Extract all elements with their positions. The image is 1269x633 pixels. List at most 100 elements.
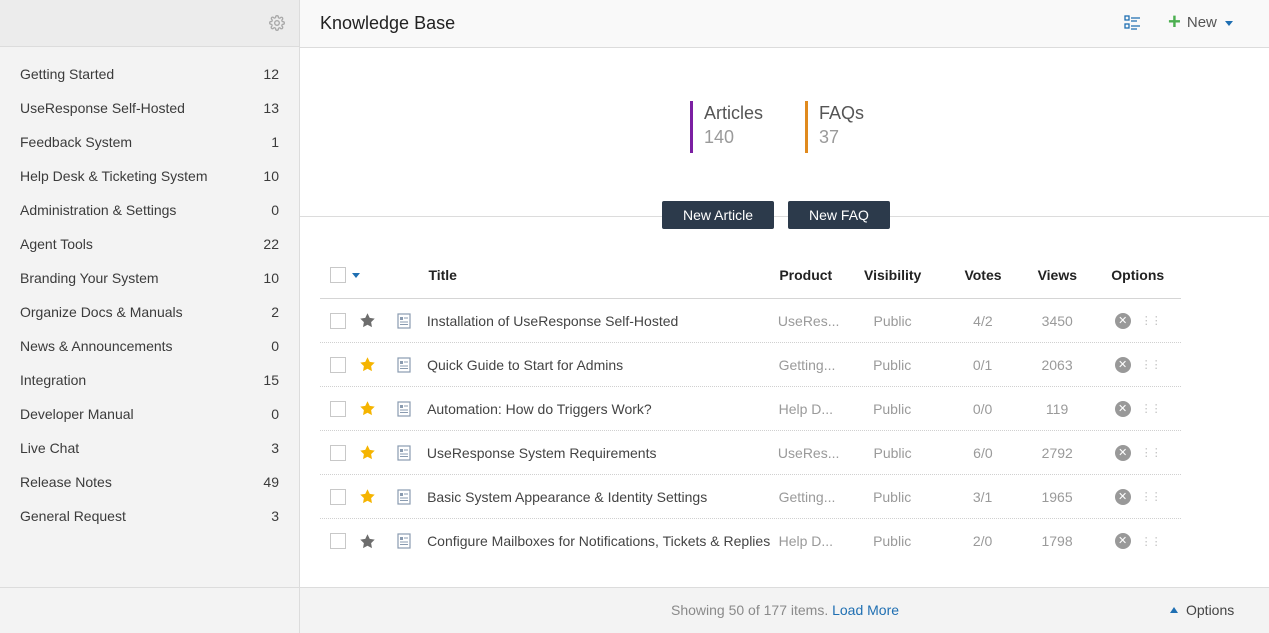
article-views: 3450	[1041, 312, 1073, 329]
sidebar-category-item[interactable]: Help Desk & Ticketing System 10	[0, 159, 299, 193]
table-row[interactable]: Installation of UseResponse Self-Hosted U…	[320, 299, 1181, 343]
article-votes: 0/0	[972, 400, 993, 417]
select-all-checkbox[interactable]	[330, 267, 346, 283]
load-more-link[interactable]: Load More	[832, 602, 899, 618]
article-visibility: Public	[873, 400, 912, 417]
article-title-link[interactable]: Automation: How do Triggers Work?	[427, 401, 652, 417]
table-row[interactable]: Automation: How do Triggers Work? Help D.…	[320, 387, 1181, 431]
star-icon[interactable]	[359, 444, 376, 461]
star-icon[interactable]	[359, 312, 376, 329]
article-title-link[interactable]: Configure Mailboxes for Notifications, T…	[427, 533, 770, 549]
column-views[interactable]: Views	[1020, 267, 1094, 283]
stat-faqs[interactable]: FAQs 37	[805, 101, 864, 153]
chevron-down-icon[interactable]	[352, 272, 360, 278]
drag-handle-icon[interactable]: ⋮⋮	[1141, 535, 1162, 548]
row-checkbox[interactable]	[330, 400, 346, 417]
category-label: Help Desk & Ticketing System	[20, 168, 208, 184]
faqs-label: FAQs	[819, 103, 865, 123]
stat-articles[interactable]: Articles 140	[690, 101, 763, 153]
category-label: Developer Manual	[20, 406, 134, 422]
category-count: 3	[271, 508, 279, 524]
drag-handle-icon[interactable]: ⋮⋮	[1141, 358, 1162, 371]
sidebar-category-item[interactable]: News & Announcements 0	[0, 329, 299, 363]
pagination-status: Showing 50 of 177 items. Load More	[671, 602, 899, 618]
column-votes[interactable]: Votes	[946, 267, 1020, 283]
table-row[interactable]: UseResponse System Requirements UseRes...…	[320, 431, 1181, 475]
article-title-link[interactable]: Installation of UseResponse Self-Hosted	[427, 313, 678, 329]
sidebar-category-item[interactable]: Live Chat 3	[0, 431, 299, 465]
sidebar-category-item[interactable]: Developer Manual 0	[0, 397, 299, 431]
column-title[interactable]: Title	[428, 267, 779, 283]
delete-icon[interactable]: ✕	[1114, 488, 1131, 505]
drag-handle-icon[interactable]: ⋮⋮	[1141, 402, 1162, 415]
article-title-link[interactable]: Quick Guide to Start for Admins	[427, 357, 623, 373]
delete-icon[interactable]: ✕	[1114, 356, 1131, 373]
category-label: Integration	[20, 372, 87, 388]
category-count: 13	[263, 100, 279, 116]
sidebar-category-item[interactable]: Branding Your System 10	[0, 261, 299, 295]
article-product: UseRes...	[777, 444, 840, 461]
category-label: General Request	[20, 508, 126, 524]
article-votes: 6/0	[973, 444, 993, 461]
sidebar-category-item[interactable]: Integration 15	[0, 363, 299, 397]
sidebar-category-item[interactable]: Release Notes 49	[0, 465, 299, 499]
row-checkbox[interactable]	[330, 533, 346, 549]
column-product[interactable]: Product	[779, 267, 839, 283]
document-icon	[397, 533, 411, 549]
column-options: Options	[1111, 267, 1165, 283]
article-product: Help D...	[778, 533, 834, 549]
category-label: Organize Docs & Manuals	[20, 304, 183, 320]
article-visibility: Public	[873, 356, 912, 373]
star-icon[interactable]	[359, 400, 376, 417]
options-toggle[interactable]: Options	[1170, 602, 1234, 618]
row-checkbox[interactable]	[330, 312, 346, 329]
delete-icon[interactable]: ✕	[1114, 312, 1131, 329]
star-icon[interactable]	[359, 533, 376, 550]
star-icon[interactable]	[359, 488, 376, 505]
table-row[interactable]: Quick Guide to Start for Admins Getting..…	[320, 343, 1181, 387]
new-button-label: New	[1186, 13, 1217, 31]
delete-icon[interactable]: ✕	[1114, 533, 1131, 549]
sidebar-category-item[interactable]: Organize Docs & Manuals 2	[0, 295, 299, 329]
category-label: Branding Your System	[20, 270, 159, 286]
sidebar-category-item[interactable]: Administration & Settings 0	[0, 193, 299, 227]
sidebar-category-item[interactable]: General Request 3	[0, 499, 299, 533]
document-icon	[397, 312, 411, 329]
drag-handle-icon[interactable]: ⋮⋮	[1141, 490, 1162, 503]
gear-icon[interactable]	[269, 15, 285, 31]
article-visibility: Public	[873, 444, 912, 461]
column-visibility[interactable]: Visibility	[840, 267, 946, 283]
sidebar-category-item[interactable]: Agent Tools 22	[0, 227, 299, 261]
articles-accent-bar	[690, 101, 693, 153]
new-faq-button[interactable]: New FAQ	[788, 201, 890, 229]
select-all-control[interactable]	[330, 267, 360, 283]
delete-icon[interactable]: ✕	[1114, 400, 1131, 417]
sidebar-category-item[interactable]: Feedback System 1	[0, 125, 299, 159]
plus-icon: +	[1168, 9, 1181, 34]
star-icon[interactable]	[359, 356, 376, 373]
table-row[interactable]: Configure Mailboxes for Notifications, T…	[320, 519, 1181, 563]
article-views: 1965	[1041, 488, 1073, 505]
category-count: 10	[263, 168, 279, 184]
document-icon	[397, 444, 411, 461]
category-count: 1	[271, 134, 279, 150]
article-title-link[interactable]: UseResponse System Requirements	[427, 445, 657, 461]
new-button[interactable]: + New	[1168, 9, 1233, 34]
document-icon	[397, 400, 411, 417]
row-checkbox[interactable]	[330, 488, 346, 505]
articles-label: Articles	[704, 103, 764, 123]
article-title-link[interactable]: Basic System Appearance & Identity Setti…	[427, 489, 707, 505]
showing-text: Showing 50 of 177 items.	[671, 602, 829, 618]
sidebar-category-item[interactable]: Getting Started 12	[0, 57, 299, 91]
table-row[interactable]: Basic System Appearance & Identity Setti…	[320, 475, 1181, 519]
drag-handle-icon[interactable]: ⋮⋮	[1141, 446, 1162, 459]
row-checkbox[interactable]	[330, 356, 346, 373]
checklist-icon[interactable]	[1124, 14, 1142, 32]
category-count: 0	[271, 406, 279, 422]
sidebar: Getting Started 12 UseResponse Self-Hosted…	[0, 0, 300, 633]
delete-icon[interactable]: ✕	[1114, 444, 1131, 461]
new-article-button[interactable]: New Article	[662, 201, 775, 229]
drag-handle-icon[interactable]: ⋮⋮	[1141, 314, 1162, 327]
sidebar-category-item[interactable]: UseResponse Self-Hosted 13	[0, 91, 299, 125]
row-checkbox[interactable]	[330, 444, 346, 461]
